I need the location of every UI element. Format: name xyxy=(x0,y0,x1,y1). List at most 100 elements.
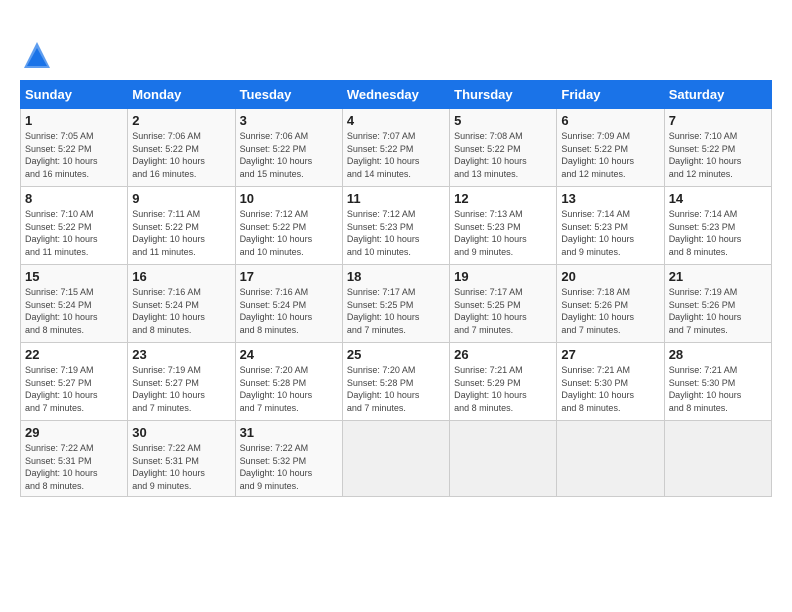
day-info: Sunrise: 7:08 AM Sunset: 5:22 PM Dayligh… xyxy=(454,130,552,180)
day-number: 1 xyxy=(25,113,123,128)
day-info: Sunrise: 7:22 AM Sunset: 5:31 PM Dayligh… xyxy=(132,442,230,492)
week-row-3: 15Sunrise: 7:15 AM Sunset: 5:24 PM Dayli… xyxy=(21,265,772,343)
calendar-cell: 12Sunrise: 7:13 AM Sunset: 5:23 PM Dayli… xyxy=(450,187,557,265)
calendar-cell: 29 Sunrise: 7:22 AM Sunset: 5:31 PM Dayli… xyxy=(21,421,128,497)
day-info: Sunrise: 7:15 AM Sunset: 5:24 PM Dayligh… xyxy=(25,286,123,336)
calendar-cell: 22 Sunrise: 7:19 AM Sunset: 5:27 PM Dayli… xyxy=(21,343,128,421)
calendar-cell: 27 Sunrise: 7:21 AM Sunset: 5:30 PM Dayli… xyxy=(557,343,664,421)
calendar-cell xyxy=(664,421,771,497)
calendar-cell: 16Sunrise: 7:16 AM Sunset: 5:24 PM Dayli… xyxy=(128,265,235,343)
day-info: Sunrise: 7:07 AM Sunset: 5:22 PM Dayligh… xyxy=(347,130,445,180)
day-number: 19 xyxy=(454,269,552,284)
header xyxy=(20,18,772,70)
day-info: Sunrise: 7:10 AM Sunset: 5:22 PM Dayligh… xyxy=(669,130,767,180)
col-header-friday: Friday xyxy=(557,81,664,109)
calendar-table: SundayMondayTuesdayWednesdayThursdayFrid… xyxy=(20,80,772,497)
day-number: 5 xyxy=(454,113,552,128)
calendar-cell: 1 Sunrise: 7:05 AM Sunset: 5:22 PM Daylig… xyxy=(21,109,128,187)
day-info: Sunrise: 7:14 AM Sunset: 5:23 PM Dayligh… xyxy=(669,208,767,258)
day-number: 18 xyxy=(347,269,445,284)
day-number: 2 xyxy=(132,113,230,128)
day-info: Sunrise: 7:21 AM Sunset: 5:30 PM Dayligh… xyxy=(561,364,659,414)
calendar-cell: 9Sunrise: 7:11 AM Sunset: 5:22 PM Daylig… xyxy=(128,187,235,265)
day-info: Sunrise: 7:22 AM Sunset: 5:31 PM Dayligh… xyxy=(25,442,123,492)
calendar-cell: 3 Sunrise: 7:06 AM Sunset: 5:22 PM Daylig… xyxy=(235,109,342,187)
calendar-cell xyxy=(557,421,664,497)
calendar-cell: 10Sunrise: 7:12 AM Sunset: 5:22 PM Dayli… xyxy=(235,187,342,265)
col-header-monday: Monday xyxy=(128,81,235,109)
calendar-cell: 26 Sunrise: 7:21 AM Sunset: 5:29 PM Dayli… xyxy=(450,343,557,421)
day-info: Sunrise: 7:22 AM Sunset: 5:32 PM Dayligh… xyxy=(240,442,338,492)
calendar-cell: 5 Sunrise: 7:08 AM Sunset: 5:22 PM Daylig… xyxy=(450,109,557,187)
day-number: 23 xyxy=(132,347,230,362)
day-number: 24 xyxy=(240,347,338,362)
calendar-cell xyxy=(450,421,557,497)
calendar-cell: 23 Sunrise: 7:19 AM Sunset: 5:27 PM Dayli… xyxy=(128,343,235,421)
logo-icon xyxy=(22,40,52,70)
calendar-cell: 6Sunrise: 7:09 AM Sunset: 5:22 PM Daylig… xyxy=(557,109,664,187)
header-row: SundayMondayTuesdayWednesdayThursdayFrid… xyxy=(21,81,772,109)
day-number: 28 xyxy=(669,347,767,362)
page-container: SundayMondayTuesdayWednesdayThursdayFrid… xyxy=(0,0,792,507)
calendar-cell: 14 Sunrise: 7:14 AM Sunset: 5:23 PM Dayli… xyxy=(664,187,771,265)
calendar-cell: 19 Sunrise: 7:17 AM Sunset: 5:25 PM Dayli… xyxy=(450,265,557,343)
col-header-wednesday: Wednesday xyxy=(342,81,449,109)
day-number: 21 xyxy=(669,269,767,284)
day-info: Sunrise: 7:19 AM Sunset: 5:26 PM Dayligh… xyxy=(669,286,767,336)
logo-content xyxy=(20,18,52,70)
calendar-cell: 28 Sunrise: 7:21 AM Sunset: 5:30 PM Dayli… xyxy=(664,343,771,421)
calendar-cell: 8Sunrise: 7:10 AM Sunset: 5:22 PM Daylig… xyxy=(21,187,128,265)
calendar-cell: 20Sunrise: 7:18 AM Sunset: 5:26 PM Dayli… xyxy=(557,265,664,343)
day-number: 4 xyxy=(347,113,445,128)
calendar-cell: 24 Sunrise: 7:20 AM Sunset: 5:28 PM Dayli… xyxy=(235,343,342,421)
calendar-cell: 25Sunrise: 7:20 AM Sunset: 5:28 PM Dayli… xyxy=(342,343,449,421)
day-info: Sunrise: 7:18 AM Sunset: 5:26 PM Dayligh… xyxy=(561,286,659,336)
calendar-cell: 7 Sunrise: 7:10 AM Sunset: 5:22 PM Daylig… xyxy=(664,109,771,187)
calendar-cell: 17Sunrise: 7:16 AM Sunset: 5:24 PM Dayli… xyxy=(235,265,342,343)
week-row-1: 1 Sunrise: 7:05 AM Sunset: 5:22 PM Daylig… xyxy=(21,109,772,187)
day-info: Sunrise: 7:06 AM Sunset: 5:22 PM Dayligh… xyxy=(240,130,338,180)
calendar-cell xyxy=(342,421,449,497)
day-number: 13 xyxy=(561,191,659,206)
day-number: 27 xyxy=(561,347,659,362)
day-number: 31 xyxy=(240,425,338,440)
calendar-cell: 31 Sunrise: 7:22 AM Sunset: 5:32 PM Dayli… xyxy=(235,421,342,497)
day-number: 22 xyxy=(25,347,123,362)
day-info: Sunrise: 7:21 AM Sunset: 5:30 PM Dayligh… xyxy=(669,364,767,414)
calendar-cell: 30Sunrise: 7:22 AM Sunset: 5:31 PM Dayli… xyxy=(128,421,235,497)
day-number: 14 xyxy=(669,191,767,206)
week-row-4: 22 Sunrise: 7:19 AM Sunset: 5:27 PM Dayli… xyxy=(21,343,772,421)
logo-text xyxy=(20,18,52,70)
col-header-sunday: Sunday xyxy=(21,81,128,109)
logo xyxy=(20,18,52,70)
day-info: Sunrise: 7:20 AM Sunset: 5:28 PM Dayligh… xyxy=(240,364,338,414)
day-number: 26 xyxy=(454,347,552,362)
day-info: Sunrise: 7:12 AM Sunset: 5:22 PM Dayligh… xyxy=(240,208,338,258)
day-info: Sunrise: 7:21 AM Sunset: 5:29 PM Dayligh… xyxy=(454,364,552,414)
day-number: 8 xyxy=(25,191,123,206)
calendar-cell: 11 Sunrise: 7:12 AM Sunset: 5:23 PM Dayli… xyxy=(342,187,449,265)
calendar-cell: 15Sunrise: 7:15 AM Sunset: 5:24 PM Dayli… xyxy=(21,265,128,343)
day-info: Sunrise: 7:16 AM Sunset: 5:24 PM Dayligh… xyxy=(132,286,230,336)
day-info: Sunrise: 7:19 AM Sunset: 5:27 PM Dayligh… xyxy=(25,364,123,414)
day-number: 12 xyxy=(454,191,552,206)
col-header-tuesday: Tuesday xyxy=(235,81,342,109)
day-info: Sunrise: 7:17 AM Sunset: 5:25 PM Dayligh… xyxy=(454,286,552,336)
calendar-cell: 4 Sunrise: 7:07 AM Sunset: 5:22 PM Daylig… xyxy=(342,109,449,187)
day-number: 7 xyxy=(669,113,767,128)
calendar-cell: 2 Sunrise: 7:06 AM Sunset: 5:22 PM Daylig… xyxy=(128,109,235,187)
day-info: Sunrise: 7:06 AM Sunset: 5:22 PM Dayligh… xyxy=(132,130,230,180)
col-header-saturday: Saturday xyxy=(664,81,771,109)
day-number: 25 xyxy=(347,347,445,362)
day-number: 3 xyxy=(240,113,338,128)
day-number: 29 xyxy=(25,425,123,440)
day-info: Sunrise: 7:09 AM Sunset: 5:22 PM Dayligh… xyxy=(561,130,659,180)
day-info: Sunrise: 7:19 AM Sunset: 5:27 PM Dayligh… xyxy=(132,364,230,414)
day-info: Sunrise: 7:11 AM Sunset: 5:22 PM Dayligh… xyxy=(132,208,230,258)
day-number: 17 xyxy=(240,269,338,284)
calendar-cell: 18Sunrise: 7:17 AM Sunset: 5:25 PM Dayli… xyxy=(342,265,449,343)
day-number: 11 xyxy=(347,191,445,206)
day-info: Sunrise: 7:05 AM Sunset: 5:22 PM Dayligh… xyxy=(25,130,123,180)
col-header-thursday: Thursday xyxy=(450,81,557,109)
day-info: Sunrise: 7:12 AM Sunset: 5:23 PM Dayligh… xyxy=(347,208,445,258)
